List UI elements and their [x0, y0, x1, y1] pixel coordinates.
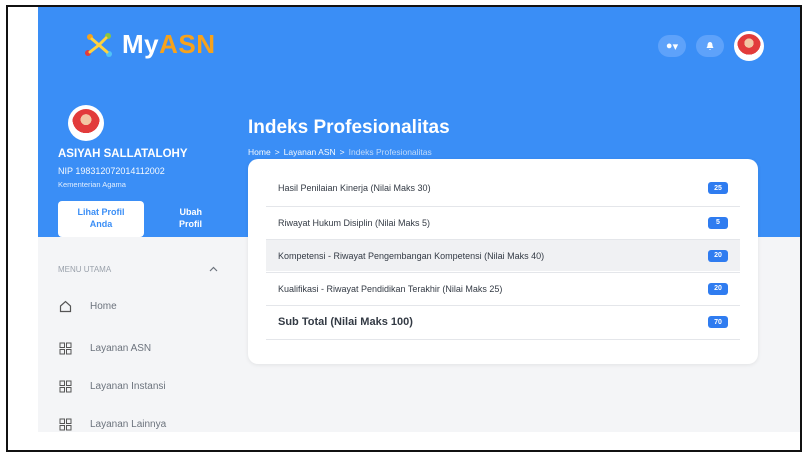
score-label: Hasil Penilaian Kinerja (Nilai Maks 30) — [278, 183, 431, 193]
sidebar-item-label: Layanan Instansi — [90, 380, 166, 392]
breadcrumb: Home > Layanan ASN > Indeks Profesionalitas — [248, 147, 432, 157]
score-badge: 20 — [708, 282, 728, 295]
profile-nip: NIP 198312072014112002 — [58, 166, 165, 176]
sidebar-item-label: Layanan Lainnya — [90, 418, 167, 430]
screenshot-frame: MyASN ● ▾ ASIYAH SALLATALOHY NIP 19831207… — [6, 5, 802, 452]
chevron-down-icon: ▾ — [672, 40, 679, 53]
user-avatar-button[interactable] — [734, 31, 764, 61]
logo-icon — [85, 32, 112, 57]
profile-avatar — [68, 105, 104, 141]
sidebar-item-layanan-lainnya[interactable]: Layanan Lainnya — [58, 417, 166, 431]
profile-panel: ASIYAH SALLATALOHY NIP 19831207201411200… — [58, 105, 228, 237]
score-badge: 20 — [708, 249, 728, 262]
grid-icon — [58, 341, 72, 355]
help-icon: ● — [665, 40, 673, 52]
home-icon — [58, 299, 72, 313]
score-card: Hasil Penilaian Kinerja (Nilai Maks 30) … — [248, 159, 758, 364]
score-row: Riwayat Hukum Disiplin (Nilai Maks 5) 5 — [266, 207, 740, 238]
breadcrumb-current: Indeks Profesionalitas — [348, 147, 432, 157]
app-logo[interactable]: MyASN — [82, 29, 216, 60]
avatar — [737, 34, 761, 58]
profile-name: ASIYAH SALLATALOHY — [58, 148, 188, 160]
view-profile-button[interactable]: Lihat Profil Anda — [58, 201, 144, 237]
sidebar-item-label: Layanan ASN — [90, 342, 152, 354]
grid-icon — [58, 379, 72, 393]
score-label: Kompetensi - Riwayat Pengembangan Kompet… — [278, 250, 545, 261]
sidebar-item-home[interactable]: Home — [58, 299, 117, 313]
profile-agency: Kementerian Agama — [58, 180, 126, 189]
grid-icon — [58, 417, 72, 431]
bell-icon — [706, 42, 714, 50]
subtotal-label: Sub Total (Nilai Maks 100) — [278, 316, 413, 328]
page-title: Indeks Profesionalitas — [248, 117, 450, 138]
sidebar-item-label: Home — [90, 300, 117, 312]
profile-actions: Lihat Profil Anda Ubah Profil — [58, 201, 228, 237]
breadcrumb-layanan-asn[interactable]: Layanan ASN — [284, 147, 336, 157]
app-name: MyASN — [122, 29, 216, 59]
menu-section-label: MENU UTAMA — [58, 265, 112, 274]
sidebar: MENU UTAMA Home Layanan ASN Layanan Inst… — [38, 237, 238, 432]
edit-profile-button[interactable]: Ubah Profil — [152, 207, 202, 230]
chevron-up-icon — [209, 266, 218, 272]
sidebar-item-layanan-instansi[interactable]: Layanan Instansi — [58, 379, 166, 393]
page-header: Indeks Profesionalitas Home > Layanan ASN >… — [248, 117, 450, 157]
score-row: Kompetensi - Riwayat Pengembangan Kompet… — [266, 240, 740, 271]
subtotal-row: Sub Total (Nilai Maks 100) 70 — [266, 306, 740, 338]
sidebar-item-layanan-asn[interactable]: Layanan ASN — [58, 341, 151, 355]
score-label: Kualifikasi - Riwayat Pendidikan Terakhi… — [278, 283, 503, 294]
subtotal-badge: 70 — [708, 316, 728, 328]
score-badge: 5 — [708, 216, 728, 229]
app-window: MyASN ● ▾ ASIYAH SALLATALOHY NIP 19831207… — [38, 7, 800, 432]
score-row: Kualifikasi - Riwayat Pendidikan Terakhi… — [266, 273, 740, 304]
divider — [266, 339, 740, 340]
menu-section-header[interactable]: MENU UTAMA — [58, 265, 218, 274]
top-actions: ● ▾ — [658, 31, 764, 61]
notification-button[interactable] — [696, 35, 724, 57]
score-label: Riwayat Hukum Disiplin (Nilai Maks 5) — [278, 217, 431, 228]
score-row: Hasil Penilaian Kinerja (Nilai Maks 30) … — [266, 173, 740, 203]
help-menu-button[interactable]: ● ▾ — [658, 35, 686, 57]
score-badge: 25 — [708, 182, 728, 194]
breadcrumb-home[interactable]: Home — [248, 147, 271, 157]
